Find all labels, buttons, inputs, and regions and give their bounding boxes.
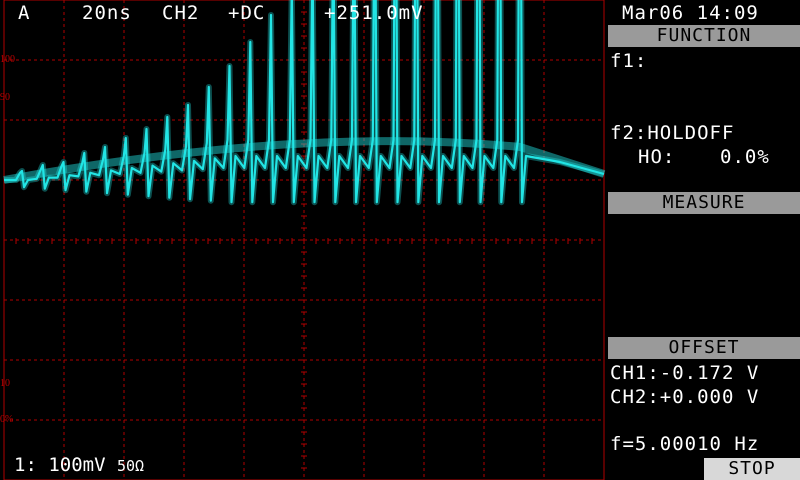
holdoff-value[interactable]: 0.0% xyxy=(720,146,770,168)
scope-display xyxy=(3,0,606,480)
impedance-label: 50Ω xyxy=(116,457,145,475)
tick-label-0: 0% xyxy=(0,414,14,425)
ch1-offset[interactable]: CH1:-0.172 V xyxy=(610,362,759,384)
offset-header[interactable]: OFFSET xyxy=(608,337,800,359)
f2-label[interactable]: f2:HOLDOFF xyxy=(610,122,734,144)
timebase-readout[interactable]: 20ns xyxy=(82,2,132,24)
ch2-offset[interactable]: CH2:+0.000 V xyxy=(610,386,759,408)
f1-label[interactable]: f1: xyxy=(610,50,647,72)
channel-scale-text: 1: 100mV xyxy=(14,454,106,476)
frequency-readout: f=5.00010 Hz xyxy=(610,433,760,455)
channel-scale: 1: 100mV 50Ω xyxy=(14,454,144,476)
holdoff-label: HO: xyxy=(638,146,676,168)
measure-header[interactable]: MEASURE xyxy=(608,192,800,214)
tick-label-90: 90 xyxy=(0,92,10,103)
tick-label-10: 10 xyxy=(0,378,10,389)
channel-readout[interactable]: CH2 xyxy=(162,2,199,24)
graticule xyxy=(3,0,605,480)
stop-button[interactable]: STOP xyxy=(704,458,800,480)
tick-label-100: 100 xyxy=(0,54,15,65)
trigger-level-readout[interactable]: +251.0mV xyxy=(324,2,424,24)
trigger-source: A xyxy=(18,2,31,24)
coupling-readout[interactable]: +DC xyxy=(228,2,265,24)
function-header[interactable]: FUNCTION xyxy=(608,25,800,47)
datetime: Mar06 14:09 xyxy=(622,2,759,24)
